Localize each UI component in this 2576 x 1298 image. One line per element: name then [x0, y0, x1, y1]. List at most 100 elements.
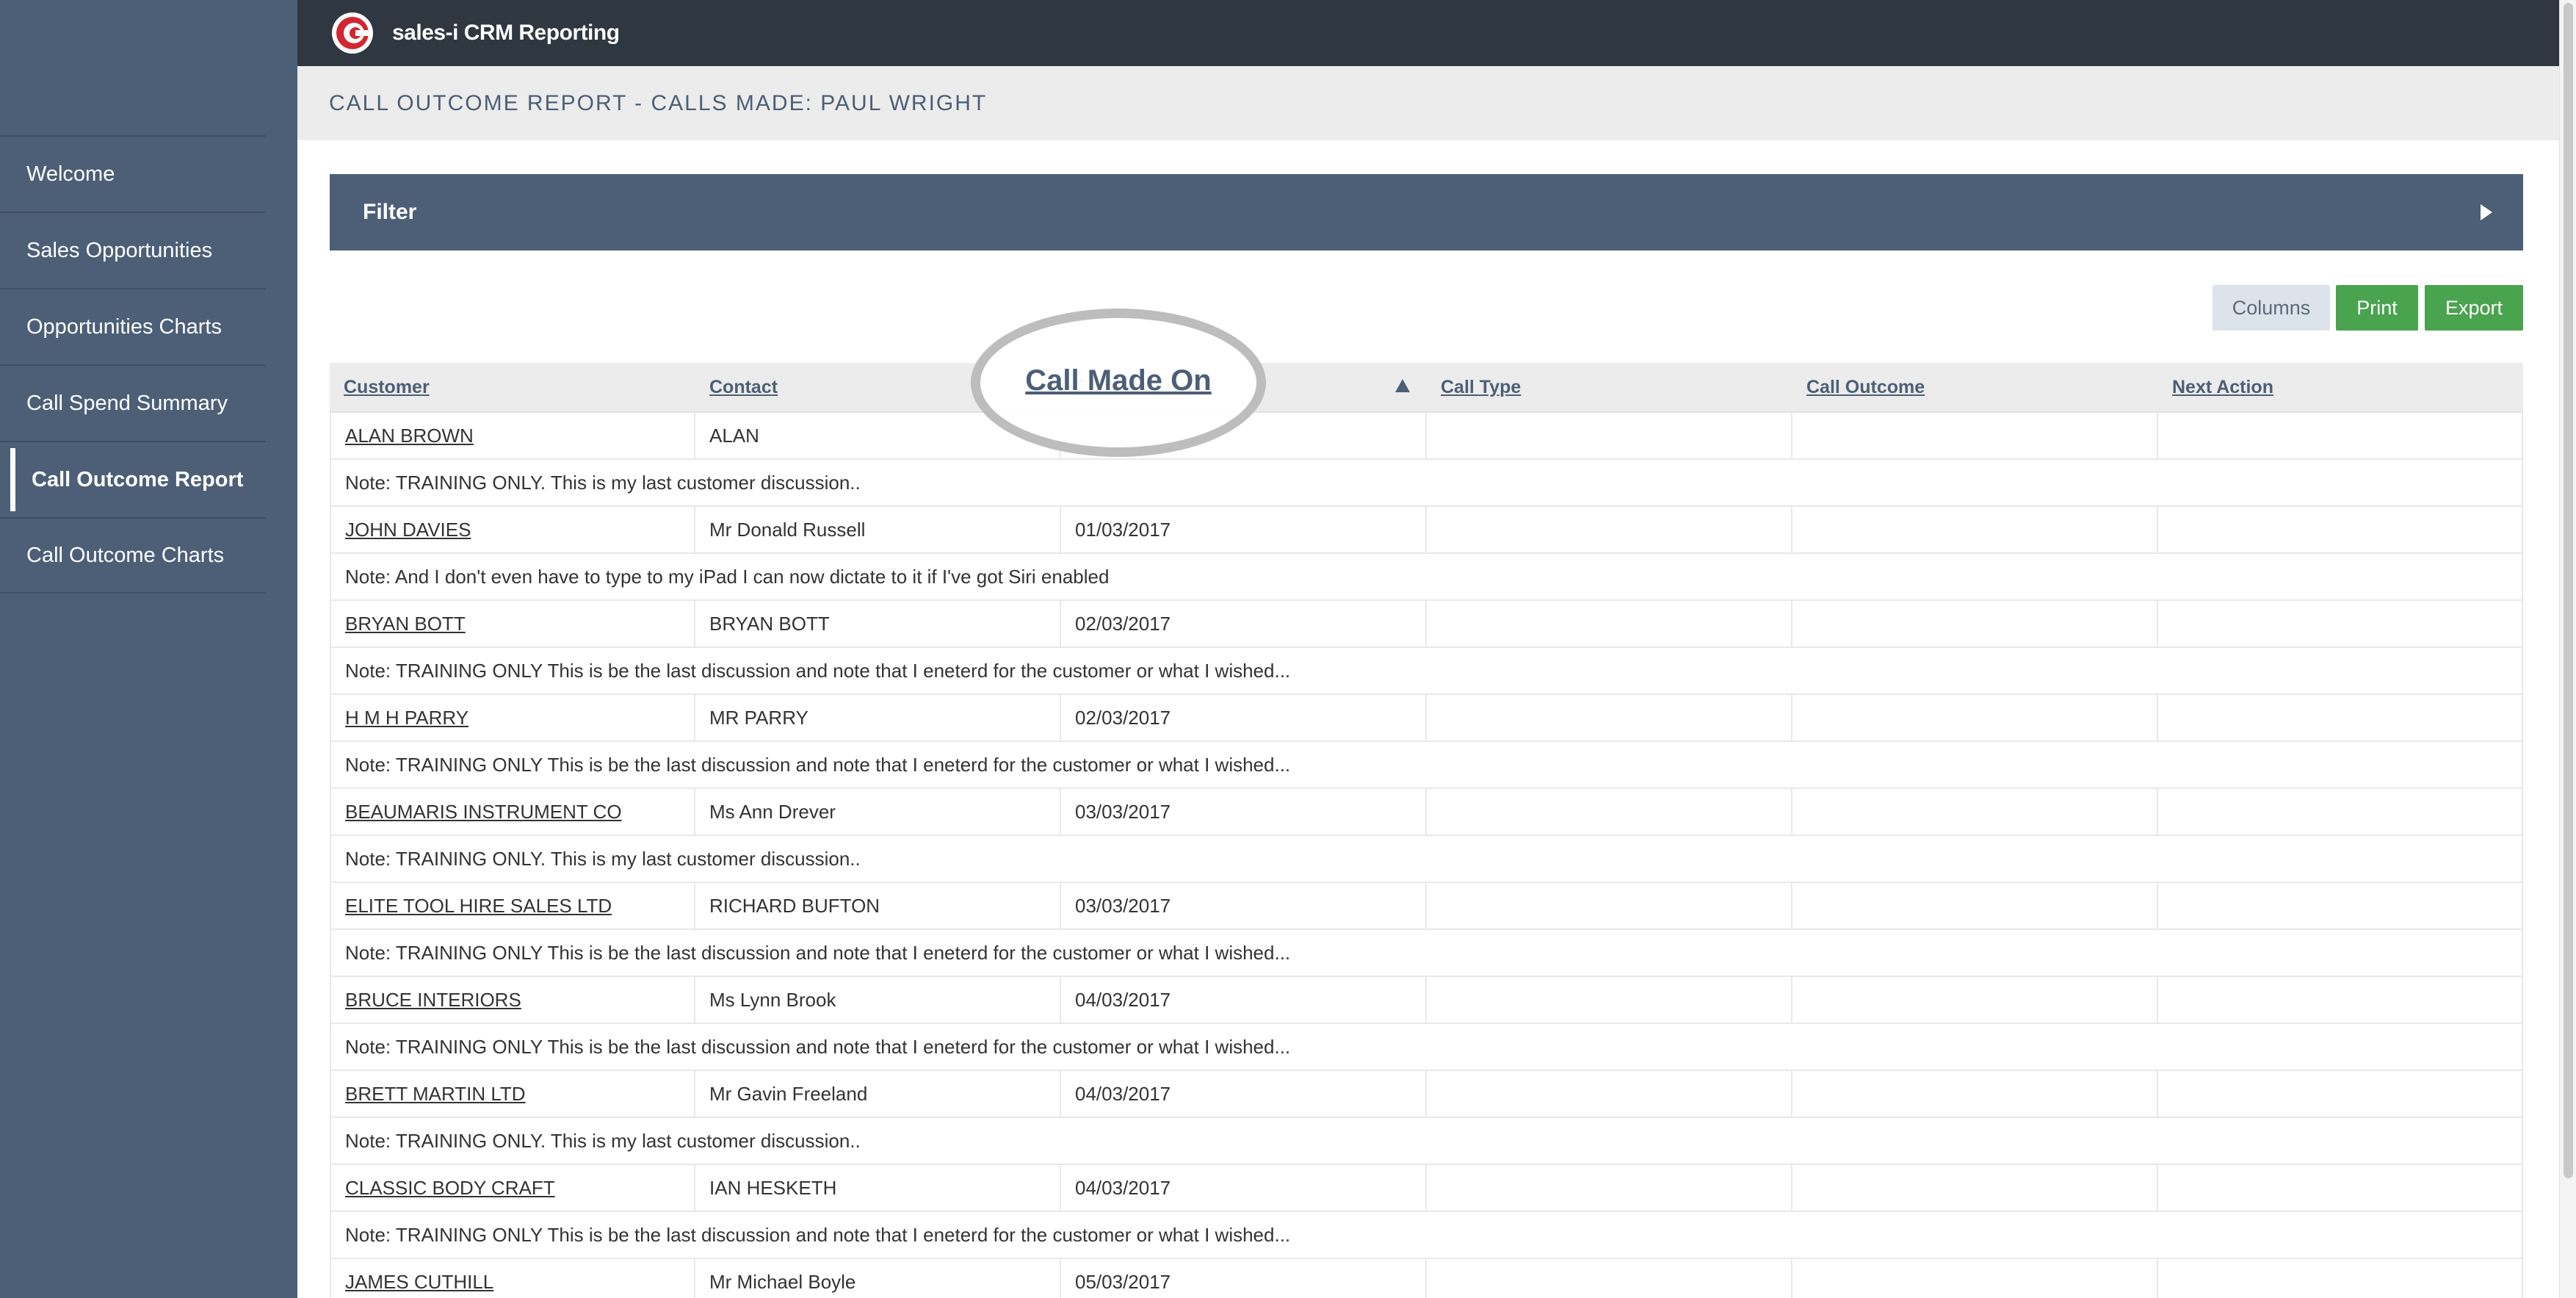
cell-next — [2158, 977, 2523, 1023]
cell-date: 02/03/2017 — [1061, 695, 1427, 740]
call-outcome-table: Customer Contact Call Made On Call Type … — [330, 363, 2523, 1298]
page-header: CALL OUTCOME REPORT - CALLS MADE: PAUL W… — [297, 66, 2559, 140]
cell-outcome — [1792, 883, 2158, 929]
note-row: Note: TRAINING ONLY. This is my last cus… — [330, 460, 2523, 507]
cell-outcome — [1792, 507, 2158, 552]
cell-next — [2158, 789, 2523, 834]
table-row: BRYAN BOTT BRYAN BOTT 02/03/2017 — [330, 601, 2523, 648]
table-header: Customer Contact Call Made On Call Type … — [330, 363, 2523, 413]
cell-type — [1427, 695, 1792, 740]
sort-asc-icon[interactable] — [1395, 379, 1410, 392]
cell-type — [1427, 789, 1792, 834]
column-header-call-type[interactable]: Call Type — [1427, 363, 1792, 411]
cell-contact: Ms Lynn Brook — [695, 977, 1061, 1023]
cell-next — [2158, 1071, 2523, 1117]
column-header-call-outcome[interactable]: Call Outcome — [1792, 363, 2158, 411]
cell-date: 04/03/2017 — [1061, 1071, 1427, 1117]
cell-date: 02/03/2017 — [1061, 601, 1427, 646]
cell-contact: Mr Gavin Freeland — [695, 1071, 1061, 1117]
column-header-customer[interactable]: Customer — [330, 363, 695, 411]
customer-link[interactable]: CLASSIC BODY CRAFT — [330, 1165, 695, 1211]
sidebar-item-label: Call Outcome Charts — [26, 543, 225, 567]
cell-date: 04/03/2017 — [1061, 1165, 1427, 1211]
table-row: JOHN DAVIES Mr Donald Russell 01/03/2017 — [330, 507, 2523, 554]
table-row: BRETT MARTIN LTD Mr Gavin Freeland 04/03/2… — [330, 1071, 2523, 1118]
note-row: Note: And I don't even have to type to m… — [330, 554, 2523, 601]
filter-panel-toggle[interactable]: Filter — [330, 174, 2523, 250]
cell-outcome — [1792, 413, 2158, 458]
customer-link[interactable]: JOHN DAVIES — [330, 507, 695, 552]
cell-next — [2158, 695, 2523, 740]
scrollbar-thumb[interactable] — [2564, 3, 2573, 1178]
customer-link[interactable]: H M H PARRY — [330, 695, 695, 740]
cell-contact: Mr Donald Russell — [695, 507, 1061, 552]
cell-next — [2158, 1259, 2523, 1298]
cell-type — [1427, 883, 1792, 929]
sidebar-item-opportunities-charts[interactable]: Opportunities Charts — [0, 288, 266, 364]
cell-outcome — [1792, 695, 2158, 740]
sidebar-item-call-outcome-charts[interactable]: Call Outcome Charts — [0, 517, 266, 594]
cell-type — [1427, 507, 1792, 552]
triangle-right-icon — [2481, 204, 2492, 220]
sidebar-item-sales-opportunities[interactable]: Sales Opportunities — [0, 212, 266, 288]
highlight-callout-label[interactable]: Call Made On — [1025, 364, 1211, 397]
table-row: BEAUMARIS INSTRUMENT CO Ms Ann Drever 03/0… — [330, 789, 2523, 836]
cell-outcome — [1792, 1071, 2158, 1117]
note-row: Note: TRAINING ONLY This is be the last … — [330, 1212, 2523, 1259]
sidebar-item-label: Welcome — [26, 162, 115, 186]
table-row: H M H PARRY MR PARRY 02/03/2017 — [330, 695, 2523, 742]
table-row: JAMES CUTHILL Mr Michael Boyle 05/03/2017 — [330, 1259, 2523, 1298]
cell-contact: Mr Michael Boyle — [695, 1259, 1061, 1298]
cell-date: 03/03/2017 — [1061, 883, 1427, 929]
cell-date: 03/03/2017 — [1061, 789, 1427, 834]
sidebar-item-welcome[interactable]: Welcome — [0, 135, 266, 212]
customer-link[interactable]: BEAUMARIS INSTRUMENT CO — [330, 789, 695, 834]
cell-date: 04/03/2017 — [1061, 977, 1427, 1023]
cell-type — [1427, 1259, 1792, 1298]
cell-contact: MR PARRY — [695, 695, 1061, 740]
sidebar-nav: Welcome Sales Opportunities Opportunitie… — [0, 135, 266, 594]
customer-link[interactable]: JAMES CUTHILL — [330, 1259, 695, 1298]
cell-next — [2158, 507, 2523, 552]
note-row: Note: TRAINING ONLY. This is my last cus… — [330, 836, 2523, 883]
sidebar-item-call-spend-summary[interactable]: Call Spend Summary — [0, 364, 266, 441]
customer-link[interactable]: BRYAN BOTT — [330, 601, 695, 646]
cell-type — [1427, 1165, 1792, 1211]
customer-link[interactable]: BRETT MARTIN LTD — [330, 1071, 695, 1117]
sidebar-item-label: Opportunities Charts — [26, 314, 222, 339]
cell-next — [2158, 883, 2523, 929]
cell-outcome — [1792, 977, 2158, 1023]
note-row: Note: TRAINING ONLY. This is my last cus… — [330, 1118, 2523, 1165]
cell-type — [1427, 1071, 1792, 1117]
cell-type — [1427, 977, 1792, 1023]
print-button[interactable]: Print — [2336, 285, 2418, 331]
cell-date: 05/03/2017 — [1061, 1259, 1427, 1298]
note-row: Note: TRAINING ONLY This is be the last … — [330, 1024, 2523, 1071]
sidebar-item-call-outcome-report[interactable]: Call Outcome Report — [0, 441, 266, 517]
columns-button[interactable]: Columns — [2213, 285, 2330, 331]
sidebar-item-label: Call Outcome Report — [32, 467, 244, 491]
customer-link[interactable]: BRUCE INTERIORS — [330, 977, 695, 1023]
sales-i-logo-icon[interactable] — [331, 12, 374, 54]
table-row: ELITE TOOL HIRE SALES LTD RICHARD BUFTON 0… — [330, 883, 2523, 930]
highlight-callout: Call Made On — [971, 309, 1266, 457]
sidebar-item-label: Sales Opportunities — [26, 238, 213, 262]
cell-outcome — [1792, 601, 2158, 646]
customer-link[interactable]: ALAN BROWN — [330, 413, 695, 458]
page-scrollbar[interactable] — [2559, 0, 2576, 1298]
table-row: CLASSIC BODY CRAFT IAN HESKETH 04/03/2017 — [330, 1165, 2523, 1212]
top-bar: sales-i CRM Reporting — [297, 0, 2559, 66]
cell-contact: BRYAN BOTT — [695, 601, 1061, 646]
table-row: ALAN BROWN ALAN — [330, 413, 2523, 460]
cell-outcome — [1792, 1165, 2158, 1211]
column-header-next-action[interactable]: Next Action — [2158, 363, 2523, 411]
note-row: Note: TRAINING ONLY This is be the last … — [330, 930, 2523, 977]
cell-next — [2158, 413, 2523, 458]
filter-label: Filter — [363, 200, 417, 224]
export-button[interactable]: Export — [2425, 285, 2523, 331]
cell-contact: Ms Ann Drever — [695, 789, 1061, 834]
note-row: Note: TRAINING ONLY This is be the last … — [330, 648, 2523, 695]
sidebar: Welcome Sales Opportunities Opportunitie… — [0, 0, 297, 1298]
cell-outcome — [1792, 789, 2158, 834]
customer-link[interactable]: ELITE TOOL HIRE SALES LTD — [330, 883, 695, 929]
